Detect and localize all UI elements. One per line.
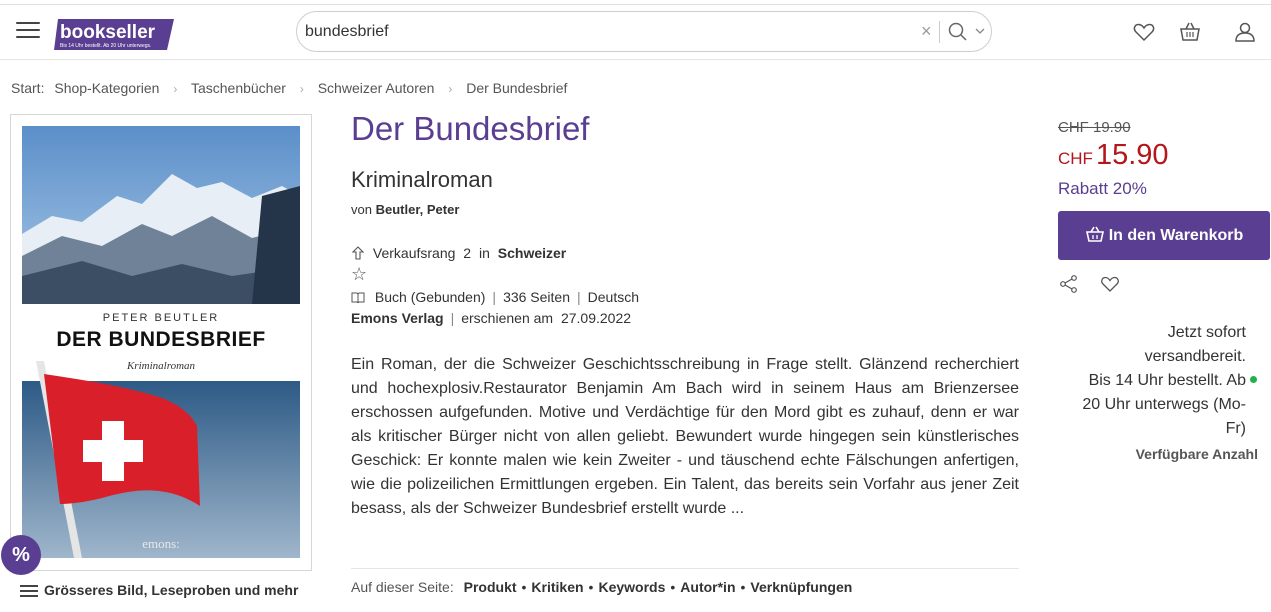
old-price: CHF 19.90 xyxy=(1058,119,1131,136)
breadcrumb-separator: › xyxy=(173,82,178,96)
rating-star-icon[interactable]: ☆ xyxy=(351,264,367,285)
published-date: 27.09.2022 xyxy=(560,310,632,326)
breadcrumb-item-taschenbuecher[interactable]: Taschenbücher xyxy=(191,80,286,96)
more-images-label: Grösseres Bild, Leseproben und mehr xyxy=(44,582,299,598)
jump-link-verknuepfungen[interactable]: Verknüpfungen xyxy=(750,579,852,595)
availability-line: Fr) xyxy=(1225,420,1246,437)
discount-badge: % xyxy=(1,535,41,575)
heart-icon[interactable] xyxy=(1132,20,1156,44)
publisher-link[interactable]: Emons Verlag xyxy=(351,310,444,326)
by-prefix: von xyxy=(351,202,372,217)
svg-text:Bis 14 Uhr bestellt. Ab 20 Uhr: Bis 14 Uhr bestellt. Ab 20 Uhr unterwegs… xyxy=(60,43,151,49)
share-icon[interactable] xyxy=(1059,274,1079,294)
basket-icon[interactable] xyxy=(1178,20,1202,44)
search-bar: × xyxy=(296,11,992,52)
arrow-up-icon xyxy=(351,246,365,260)
rank-label: Verkaufsrang xyxy=(372,245,456,261)
available-quantity-label[interactable]: Verfügbare Anzahl xyxy=(1058,446,1258,462)
availability-text: Jetzt sofort versandbereit. Bis 14 Uhr b… xyxy=(1058,321,1246,441)
more-images-link[interactable]: Grösseres Bild, Leseproben und mehr xyxy=(20,582,298,600)
svg-text:bookseller: bookseller xyxy=(60,22,156,43)
pipe-separator: | xyxy=(577,289,581,305)
on-page-label: Auf dieser Seite: xyxy=(351,579,454,595)
format-line: Buch (Gebunden) | 336 Seiten | Deutsch xyxy=(351,289,639,305)
jump-link-produkt[interactable]: Produkt xyxy=(464,579,517,595)
author-line: von Beutler, Peter xyxy=(351,202,459,217)
jump-link-autorin[interactable]: Autor*in xyxy=(680,579,735,595)
availability-line: Bis 14 Uhr bestellt. Ab xyxy=(1088,372,1246,389)
published-label: erschienen am xyxy=(461,310,554,326)
cover-title: DER BUNDESBRIEF xyxy=(56,328,266,351)
format-value: Buch (Gebunden) xyxy=(374,289,486,305)
product-subtitle: Kriminalroman xyxy=(351,167,493,192)
dot-separator: • xyxy=(521,579,527,595)
product-title: Der Bundesbrief xyxy=(351,110,590,147)
author-link[interactable]: Beutler, Peter xyxy=(376,202,460,217)
search-icon[interactable] xyxy=(947,20,969,42)
price-amount: 15.90 xyxy=(1095,139,1169,171)
pages-value: 336 Seiten xyxy=(503,289,571,305)
wishlist-heart-icon[interactable] xyxy=(1100,274,1120,294)
bookseller-logo[interactable]: bookseller Bis 14 Uhr bestellt. Ab 20 Uh… xyxy=(54,17,174,52)
on-page-navigation: Auf dieser Seite: Produkt • Kritiken • Keywo… xyxy=(351,568,1019,595)
breadcrumb-start: Start: xyxy=(11,80,45,96)
discount-label: Rabatt 20% xyxy=(1058,179,1147,198)
menu-icon[interactable] xyxy=(16,22,40,40)
cover-image-frame[interactable]: PETER BEUTLER DER BUNDESBRIEF Kriminalro… xyxy=(10,114,312,571)
dot-separator: • xyxy=(740,579,746,595)
dot-separator: • xyxy=(670,579,676,595)
cover-publisher: emons: xyxy=(142,536,180,551)
book-cover[interactable]: PETER BEUTLER DER BUNDESBRIEF Kriminalro… xyxy=(22,126,300,558)
search-input[interactable] xyxy=(305,20,905,44)
rank-value: 2 xyxy=(463,245,472,261)
basket-icon xyxy=(1085,226,1104,242)
chevron-down-icon[interactable] xyxy=(973,20,987,42)
user-icon[interactable] xyxy=(1233,20,1257,44)
breadcrumb-item-schweizer-autoren[interactable]: Schweizer Autoren xyxy=(318,80,435,96)
cover-subtitle: Kriminalroman xyxy=(126,360,196,372)
availability-line: versandbereit. xyxy=(1144,348,1246,365)
add-to-cart-label: In den Warenkorb xyxy=(1108,227,1244,244)
jump-link-keywords[interactable]: Keywords xyxy=(598,579,665,595)
breadcrumb-item-shop-kategorien[interactable]: Shop-Kategorien xyxy=(54,80,159,96)
top-bar: bookseller Bis 14 Uhr bestellt. Ab 20 Uh… xyxy=(0,0,1271,60)
current-price: CHF 15.90 xyxy=(1058,139,1169,172)
availability-status-dot xyxy=(1250,376,1257,383)
search-divider xyxy=(939,21,940,43)
sales-rank: Verkaufsrang 2 in Schweizer xyxy=(351,245,566,261)
rank-in: in xyxy=(478,245,490,261)
breadcrumb-separator: › xyxy=(299,82,304,96)
book-icon xyxy=(351,292,365,303)
breadcrumb-separator: › xyxy=(448,82,453,96)
availability-line: Jetzt sofort xyxy=(1167,324,1246,341)
dot-separator: • xyxy=(588,579,594,595)
menu-lines-icon xyxy=(20,582,38,600)
price-currency: CHF xyxy=(1058,149,1093,168)
clear-icon[interactable]: × xyxy=(921,21,932,42)
availability-line: 20 Uhr unterwegs (Mo- xyxy=(1082,396,1246,413)
rank-category-link[interactable]: Schweizer xyxy=(498,245,566,261)
language-value: Deutsch xyxy=(587,289,640,305)
cover-author: PETER BEUTLER xyxy=(102,312,220,324)
add-to-cart-button[interactable]: In den Warenkorb xyxy=(1058,211,1270,260)
pipe-separator: | xyxy=(450,310,455,326)
breadcrumb: Start: Shop-Kategorien › Taschenbücher ›… xyxy=(11,80,567,96)
publisher-line: Emons Verlag | erschienen am 27.09.2022 xyxy=(351,310,631,326)
breadcrumb-item-current[interactable]: Der Bundesbrief xyxy=(466,80,567,96)
product-description: Ein Roman, der die Schweizer Geschichtss… xyxy=(351,356,1019,517)
jump-link-kritiken[interactable]: Kritiken xyxy=(531,579,583,595)
pipe-separator: | xyxy=(492,289,497,305)
